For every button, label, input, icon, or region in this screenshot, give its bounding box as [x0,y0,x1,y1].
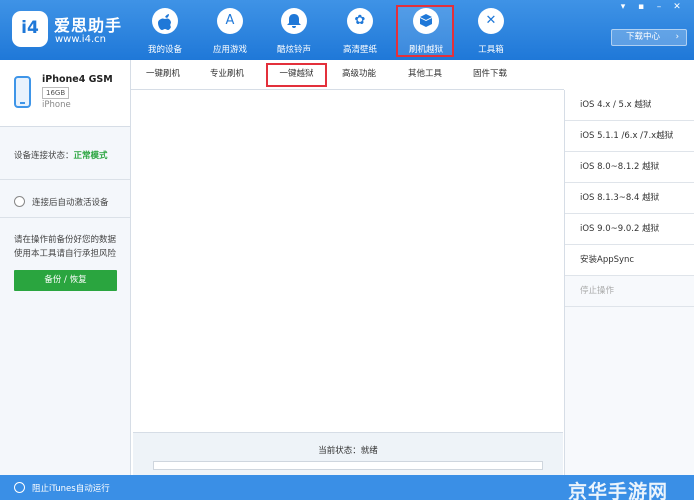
tab-label: 专业刷机 [209,69,244,79]
nav-label: 应用游戏 [212,45,247,55]
connection-mode: 正常模式 [73,151,108,161]
nav-toolbox[interactable]: ✕ 工具箱 [465,6,517,56]
jailbreak-options-panel: iOS 4.x / 5.x 越狱 iOS 5.1.1 /6.x /7.x越狱 i… [564,90,694,475]
backup-warning: 请在操作前备份好您的数据 使用本工具请自行承担风险 [14,233,116,261]
divider [0,179,130,180]
nav-apps-games[interactable]: A 应用游戏 [204,6,256,56]
skin-icon[interactable]: ▪ [634,2,648,12]
progress-bar [153,461,543,470]
sub-tabs: 一键刷机 专业刷机 一键越狱 高级功能 其他工具 固件下载 [131,60,564,90]
tab-one-click-flash[interactable]: 一键刷机 [139,60,187,89]
app-store-icon: A [217,8,243,34]
block-itunes-radio[interactable] [14,482,25,493]
tools-icon: ✕ [478,8,504,34]
tab-firmware-download[interactable]: 固件下载 [466,60,514,89]
connection-label: 设备连接状态： [14,151,74,161]
option-ios8-1-3-jailbreak[interactable]: iOS 8.1.3~8.4 越狱 [565,183,694,214]
device-capacity-badge: 16GB [42,87,70,99]
download-center-button[interactable]: 下载中心 › [611,29,687,46]
nav-label: 工具箱 [478,45,504,55]
nav-label: 高清壁纸 [342,45,377,55]
warning-line: 使用本工具请自行承担风险 [14,249,117,259]
auto-activate-label: 连接后自动激活设备 [32,198,109,208]
iphone-icon [14,76,31,108]
device-type: iPhone [42,100,71,110]
warning-line: 请在操作前备份好您的数据 [14,235,117,245]
auto-activate-radio[interactable] [14,196,25,207]
option-ios5-7-jailbreak[interactable]: iOS 5.1.1 /6.x /7.x越狱 [565,121,694,152]
tab-label: 固件下载 [472,69,507,79]
backup-restore-button[interactable]: 备份 / 恢复 [14,270,117,291]
bottom-bar: 阻止iTunes自动运行 京华手游网 [0,475,694,503]
nav-flash-jailbreak[interactable]: 刷机越狱 [396,5,454,57]
active-tab-highlight [266,63,327,87]
download-center-label: 下载中心 [626,32,661,42]
nav-ringtones[interactable]: 酷炫铃声 [268,6,320,56]
nav-label: 刷机越狱 [408,45,443,55]
current-status: 当前状态：就绪 [318,446,378,456]
nav-wallpapers[interactable]: ✿ 高清壁纸 [334,6,386,56]
tab-pro-flash[interactable]: 专业刷机 [203,60,251,89]
content-area [133,90,563,432]
device-panel: iPhone4 GSM 16GB iPhone 设备连接状态：正常模式 连接后自… [0,60,131,475]
logo-glyph: i4 [21,18,39,38]
tab-other-tools[interactable]: 其他工具 [401,60,449,89]
connection-status: 设备连接状态：正常模式 [14,149,108,161]
nav-label: 酷炫铃声 [276,45,311,55]
top-bar: i4 爱思助手 www.i4.cn 我的设备 A 应用游戏 酷炫铃声 ✿ 高清壁… [0,0,694,60]
option-install-appsync[interactable]: 安装AppSync [565,245,694,276]
option-ios4-5-jailbreak[interactable]: iOS 4.x / 5.x 越狱 [565,90,694,121]
tab-label: 高级功能 [341,69,376,79]
divider [0,217,130,218]
apple-icon [152,8,178,34]
tab-label: 其他工具 [407,69,442,79]
brand-name: 爱思助手 [54,16,123,35]
brand-url: www.i4.cn [55,34,106,45]
option-ios9-jailbreak[interactable]: iOS 9.0~9.0.2 越狱 [565,214,694,245]
nav-label: 我的设备 [147,45,182,55]
i4-logo: i4 [12,11,48,47]
close-icon[interactable]: ✕ [670,2,684,12]
menu-icon[interactable]: ▾ [616,2,630,12]
flower-icon: ✿ [347,8,373,34]
status-bar: 当前状态：就绪 [133,432,563,476]
device-card[interactable]: iPhone4 GSM 16GB iPhone [0,60,130,127]
minimize-icon[interactable]: – [652,2,666,12]
tab-advanced[interactable]: 高级功能 [335,60,383,89]
device-name: iPhone4 GSM [42,74,113,85]
box-icon [413,8,439,34]
chevron-down-icon: › [675,32,679,42]
tab-one-click-jailbreak[interactable]: 一键越狱 [266,60,327,89]
stop-operation-button: 停止操作 [565,276,694,307]
nav-my-device[interactable]: 我的设备 [139,6,191,56]
block-itunes-label: 阻止iTunes自动运行 [32,484,110,494]
bell-icon [281,8,307,34]
option-ios8-0-jailbreak[interactable]: iOS 8.0~8.1.2 越狱 [565,152,694,183]
tab-label: 一键刷机 [145,69,180,79]
